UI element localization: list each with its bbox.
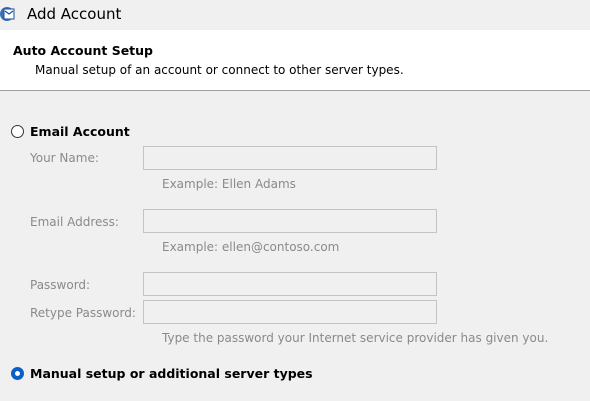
title-bar: Add Account xyxy=(0,0,590,30)
manual-setup-radio[interactable] xyxy=(11,367,24,380)
your-name-label: Your Name: xyxy=(30,151,99,165)
email-address-hint: Example: ellen@contoso.com xyxy=(162,240,340,254)
page-subtitle: Manual setup of an account or connect to… xyxy=(35,63,404,77)
page-title: Auto Account Setup xyxy=(13,43,153,58)
retype-password-label: Retype Password: xyxy=(30,306,136,320)
email-account-radio[interactable] xyxy=(11,125,24,138)
password-input[interactable] xyxy=(143,272,437,296)
email-address-input[interactable] xyxy=(143,209,437,233)
retype-password-hint: Type the password your Internet service … xyxy=(162,331,549,345)
password-label: Password: xyxy=(30,278,91,292)
your-name-input[interactable] xyxy=(143,146,437,170)
window-title: Add Account xyxy=(27,5,122,23)
email-account-label[interactable]: Email Account xyxy=(30,124,130,139)
header-panel: Auto Account Setup Manual setup of an ac… xyxy=(0,30,590,90)
outlook-app-icon xyxy=(0,5,18,23)
email-address-label: Email Address: xyxy=(30,215,119,229)
your-name-hint: Example: Ellen Adams xyxy=(162,177,296,191)
header-divider xyxy=(0,90,590,91)
manual-setup-label[interactable]: Manual setup or additional server types xyxy=(30,366,313,381)
retype-password-input[interactable] xyxy=(143,300,437,324)
